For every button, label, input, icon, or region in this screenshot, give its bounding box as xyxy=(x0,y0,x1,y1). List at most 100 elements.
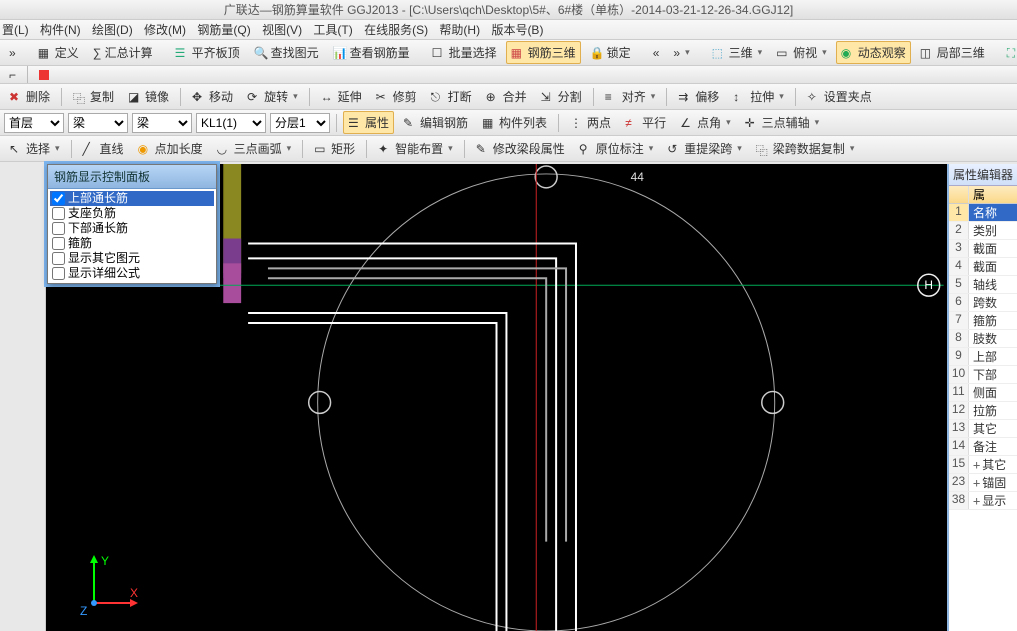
find-element-button[interactable]: 🔍查找图元 xyxy=(249,41,324,64)
view-steel-button[interactable]: 📊查看钢筋量 xyxy=(328,41,415,64)
property-row[interactable]: 38+显示 xyxy=(949,492,1017,510)
mirror-button[interactable]: ◪镜像 xyxy=(123,85,174,108)
move-button[interactable]: ✥移动 xyxy=(187,85,238,108)
member-list-button[interactable]: ▦构件列表 xyxy=(477,111,552,134)
property-row[interactable]: 9上部 xyxy=(949,348,1017,366)
expand-handle[interactable]: » xyxy=(4,43,21,63)
line-tool-button[interactable]: ╱直线 xyxy=(78,137,129,160)
property-row[interactable]: 1名称 xyxy=(949,204,1017,222)
reloc-icon: ↺ xyxy=(667,142,681,156)
property-row[interactable]: 2类别 xyxy=(949,222,1017,240)
rotate-button[interactable]: ⟳旋转 xyxy=(242,85,303,108)
lock-button[interactable]: 🔒锁定 xyxy=(585,41,636,64)
panel-checkbox-item[interactable]: 上部通长筋 xyxy=(50,191,214,206)
property-row[interactable]: 5轴线 xyxy=(949,276,1017,294)
copy-span-button[interactable]: ⿻梁跨数据复制 xyxy=(751,137,860,160)
panel-checkbox-item[interactable]: 箍筋 xyxy=(50,236,214,251)
corner-toggle[interactable]: ⌐ xyxy=(4,66,21,84)
panel-checkbox-item[interactable]: 下部通长筋 xyxy=(50,221,214,236)
menu-item[interactable]: 钢筋量(Q) xyxy=(197,23,250,37)
property-row[interactable]: 4截面 xyxy=(949,258,1017,276)
property-row[interactable]: 7箍筋 xyxy=(949,312,1017,330)
layer-select[interactable]: 分层1 xyxy=(270,113,330,133)
menu-item[interactable]: 构件(N) xyxy=(40,23,81,37)
sum-button[interactable]: ∑ 汇总计算 xyxy=(88,41,158,64)
batch-select-button[interactable]: ☐批量选择 xyxy=(427,41,502,64)
member-select[interactable]: KL1(1) xyxy=(196,113,266,133)
checkbox[interactable] xyxy=(52,252,65,265)
attributes-button[interactable]: ☰属性 xyxy=(343,111,394,134)
edit-span-attr-button[interactable]: ✎修改梁段属性 xyxy=(471,137,570,160)
fullscreen-button[interactable]: ⛶全屏 xyxy=(1002,41,1017,64)
property-row[interactable]: 11侧面 xyxy=(949,384,1017,402)
property-row[interactable]: 14备注 xyxy=(949,438,1017,456)
nav-fwd-button[interactable]: » xyxy=(668,43,694,63)
copy-button[interactable]: ⿻复制 xyxy=(68,85,119,108)
offset-button[interactable]: ⇉偏移 xyxy=(673,85,724,108)
property-row[interactable]: 12拉筋 xyxy=(949,402,1017,420)
property-row[interactable]: 8肢数 xyxy=(949,330,1017,348)
top-view-button[interactable]: ▭俯视 xyxy=(771,41,832,64)
category-select[interactable]: 梁 xyxy=(68,113,128,133)
property-row[interactable]: 23+锚固 xyxy=(949,474,1017,492)
menu-item[interactable]: 绘图(D) xyxy=(92,23,133,37)
two-point-button[interactable]: ⋮两点 xyxy=(565,111,616,134)
menu-item[interactable]: 视图(V) xyxy=(262,23,302,37)
checkbox[interactable] xyxy=(52,192,65,205)
panel-checkbox-item[interactable]: 显示详细公式 xyxy=(50,266,214,281)
menu-item[interactable]: 修改(M) xyxy=(144,23,186,37)
checkbox[interactable] xyxy=(52,267,65,280)
checkbox[interactable] xyxy=(52,237,65,250)
orig-mark-button[interactable]: ⚲原位标注 xyxy=(574,137,659,160)
property-row[interactable]: 3截面 xyxy=(949,240,1017,258)
define-button[interactable]: ▦定义 xyxy=(33,41,84,64)
point-length-button[interactable]: ◉点加长度 xyxy=(133,137,208,160)
split-button[interactable]: ⇲分割 xyxy=(536,85,587,108)
trim-button[interactable]: ✂修剪 xyxy=(371,85,422,108)
menu-item[interactable]: 置(L) xyxy=(2,23,29,37)
copy-span-icon: ⿻ xyxy=(756,142,770,156)
property-row-number: 14 xyxy=(949,438,969,455)
extend-button[interactable]: ↔延伸 xyxy=(316,85,367,108)
menu-item[interactable]: 工具(T) xyxy=(313,23,352,37)
menu-item[interactable]: 版本号(B) xyxy=(491,23,543,37)
nav-back-button[interactable]: « xyxy=(648,43,665,63)
smart-place-button[interactable]: ✦智能布置 xyxy=(373,137,458,160)
color-indicator[interactable] xyxy=(34,67,54,83)
checkbox[interactable] xyxy=(52,222,65,235)
reloc-span-button[interactable]: ↺重提梁跨 xyxy=(662,137,747,160)
steel-3d-button[interactable]: ▦钢筋三维 xyxy=(506,41,581,64)
merge-button[interactable]: ⊕合并 xyxy=(481,85,532,108)
set-grip-button[interactable]: ✧设置夹点 xyxy=(802,85,877,108)
dynamic-view-button[interactable]: ◉动态观察 xyxy=(836,41,911,64)
steel-display-panel[interactable]: 钢筋显示控制面板 上部通长筋支座负筋下部通长筋箍筋显示其它图元显示详细公式 xyxy=(47,164,217,284)
menu-item[interactable]: 在线服务(S) xyxy=(364,23,428,37)
menu-item[interactable]: 帮助(H) xyxy=(439,23,480,37)
copy-icon: ⿻ xyxy=(73,90,87,104)
type-select[interactable]: 梁 xyxy=(132,113,192,133)
checkbox[interactable] xyxy=(52,207,65,220)
view-3d-button[interactable]: ⬚三维 xyxy=(707,41,768,64)
three-arc-button[interactable]: ◡三点画弧 xyxy=(212,137,297,160)
partial-3d-button[interactable]: ◫局部三维 xyxy=(915,41,990,64)
select-tool-button[interactable]: ↖选择 xyxy=(4,137,65,160)
stretch-button[interactable]: ↕拉伸 xyxy=(728,85,789,108)
panel-checkbox-item[interactable]: 显示其它图元 xyxy=(50,251,214,266)
panel-checkbox-item[interactable]: 支座负筋 xyxy=(50,206,214,221)
three-aux-button[interactable]: ✛三点辅轴 xyxy=(740,111,825,134)
align-button[interactable]: ≡对齐 xyxy=(600,85,661,108)
point-angle-button[interactable]: ∠点角 xyxy=(675,111,736,134)
flat-top-button[interactable]: ☰平齐板顶 xyxy=(170,41,245,64)
floor-select[interactable]: 首层 xyxy=(4,113,64,133)
property-row-label: 跨数 xyxy=(969,294,1017,311)
break-button[interactable]: ⎋打断 xyxy=(426,85,477,108)
property-row[interactable]: 6跨数 xyxy=(949,294,1017,312)
property-row-number: 15 xyxy=(949,456,969,473)
parallel-button[interactable]: ≠平行 xyxy=(620,111,671,134)
property-row[interactable]: 13其它 xyxy=(949,420,1017,438)
delete-button[interactable]: ✖删除 xyxy=(4,85,55,108)
edit-steel-button[interactable]: ✎编辑钢筋 xyxy=(398,111,473,134)
property-row[interactable]: 15+其它 xyxy=(949,456,1017,474)
rect-tool-button[interactable]: ▭矩形 xyxy=(309,137,360,160)
property-row[interactable]: 10下部 xyxy=(949,366,1017,384)
